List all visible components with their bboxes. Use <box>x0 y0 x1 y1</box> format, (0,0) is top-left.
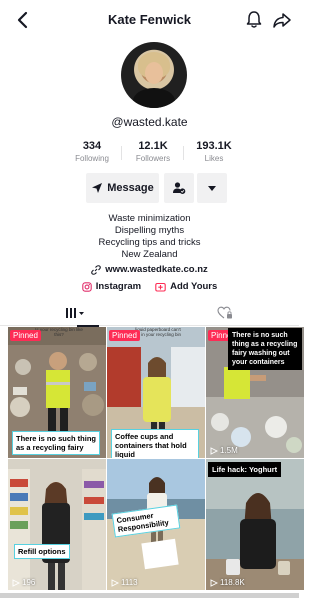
video-thumbnail[interactable]: Consumer Responsibility 1113 <box>107 459 205 590</box>
video-caption: There is no such thing as a recycling fa… <box>12 431 100 455</box>
play-icon <box>111 578 119 587</box>
stat-likes-label: Likes <box>204 154 224 163</box>
add-yours-label: Add Yours <box>170 281 218 292</box>
user-check-icon <box>173 182 186 194</box>
profile-tabs <box>0 300 299 327</box>
pinned-badge: Pinned <box>109 330 140 341</box>
video-thumbnail[interactable]: liquid paperboard can't go in your recyc… <box>107 327 205 458</box>
social-links: Instagram Add Yours <box>0 281 299 292</box>
view-count-value: 1.5M <box>220 446 238 455</box>
stat-divider <box>121 146 122 160</box>
message-button[interactable]: Message <box>86 173 159 203</box>
view-count: 118.8K <box>210 578 245 587</box>
stat-following-value: 334 <box>82 140 102 152</box>
bio-line: Recycling tips and tricks <box>98 237 201 248</box>
view-count-value: 118.8K <box>220 578 245 587</box>
instagram-icon <box>81 281 92 292</box>
profile-link[interactable]: www.wastedkate.co.nz <box>0 264 299 278</box>
link-icon <box>91 264 102 275</box>
stat-divider <box>183 146 184 160</box>
add-yours-link[interactable]: Add Yours <box>155 281 217 292</box>
follow-status-button[interactable] <box>164 173 194 203</box>
view-count: 1113 <box>111 578 138 587</box>
grid-icon <box>65 308 84 318</box>
share-arrow-icon[interactable] <box>272 10 292 30</box>
stat-following-label: Following <box>75 154 109 163</box>
tab-videos[interactable] <box>0 300 149 327</box>
instagram-label: Instagram <box>95 281 142 292</box>
caret-down-icon <box>208 186 216 191</box>
view-count-value: 196 <box>22 578 36 587</box>
next-row-peek <box>0 593 299 598</box>
video-caption: Life hack: Yoghurt <box>208 462 282 477</box>
video-top-text: liquid paperboard can't go in your recyc… <box>134 327 182 337</box>
video-thumbnail[interactable]: Life hack: Yoghurt 118.8K <box>206 459 304 590</box>
add-yours-icon <box>155 282 166 292</box>
view-count: 196 <box>12 578 35 587</box>
tab-liked[interactable] <box>150 300 299 326</box>
video-caption: There is no such thing as a recycling fa… <box>228 328 302 370</box>
bell-icon[interactable] <box>245 10 263 30</box>
instagram-link[interactable]: Instagram <box>81 281 142 292</box>
video-thumbnail[interactable]: Pinned There is no such thing as a recyc… <box>206 327 304 458</box>
bio-line: Waste minimization <box>108 213 191 224</box>
video-6-scene <box>206 459 304 590</box>
stat-likes-value: 193.1K <box>196 140 232 152</box>
video-thumbnail[interactable]: Is your recycling bin like this? Pinned … <box>8 327 106 458</box>
bio-line: New Zealand <box>121 249 178 260</box>
more-options-button[interactable] <box>197 173 227 203</box>
profile-stats: 334 Following 12.1K Followers 193.1K Lik… <box>66 140 238 170</box>
stat-followers[interactable]: 12.1K Followers <box>125 140 181 163</box>
play-icon <box>210 446 218 455</box>
stat-followers-value: 12.1K <box>138 140 168 152</box>
view-count-value: 1113 <box>121 578 138 587</box>
view-count: 1.5M <box>210 446 238 455</box>
bio: Waste minimization Dispelling myths Recy… <box>0 213 299 261</box>
pinned-badge: Pinned <box>10 330 41 341</box>
username: @wasted.kate <box>111 115 188 129</box>
top-navigation-bar: Kate Fenwick <box>0 0 299 40</box>
send-icon <box>92 183 103 193</box>
stat-followers-label: Followers <box>135 154 171 163</box>
stat-following[interactable]: 334 Following <box>64 140 120 163</box>
bio-line: Dispelling myths <box>114 225 185 236</box>
stat-likes[interactable]: 193.1K Likes <box>186 140 242 163</box>
play-icon <box>210 578 218 587</box>
video-grid: Is your recycling bin like this? Pinned … <box>0 327 304 598</box>
avatar-face <box>145 62 163 84</box>
video-caption: Refill options <box>14 544 70 559</box>
avatar-body <box>133 88 175 108</box>
video-thumbnail[interactable]: Refill options 196 <box>8 459 106 590</box>
profile-link-text: www.wastedkate.co.nz <box>105 264 208 275</box>
play-icon <box>12 578 20 587</box>
heart-lock-icon <box>216 306 232 319</box>
video-4-scene <box>8 459 106 590</box>
video-top-text: Is your recycling bin like this? <box>35 327 83 337</box>
message-button-label: Message <box>107 182 154 194</box>
video-caption: Coffee cups and containers that hold liq… <box>111 429 199 458</box>
avatar[interactable] <box>121 42 187 108</box>
